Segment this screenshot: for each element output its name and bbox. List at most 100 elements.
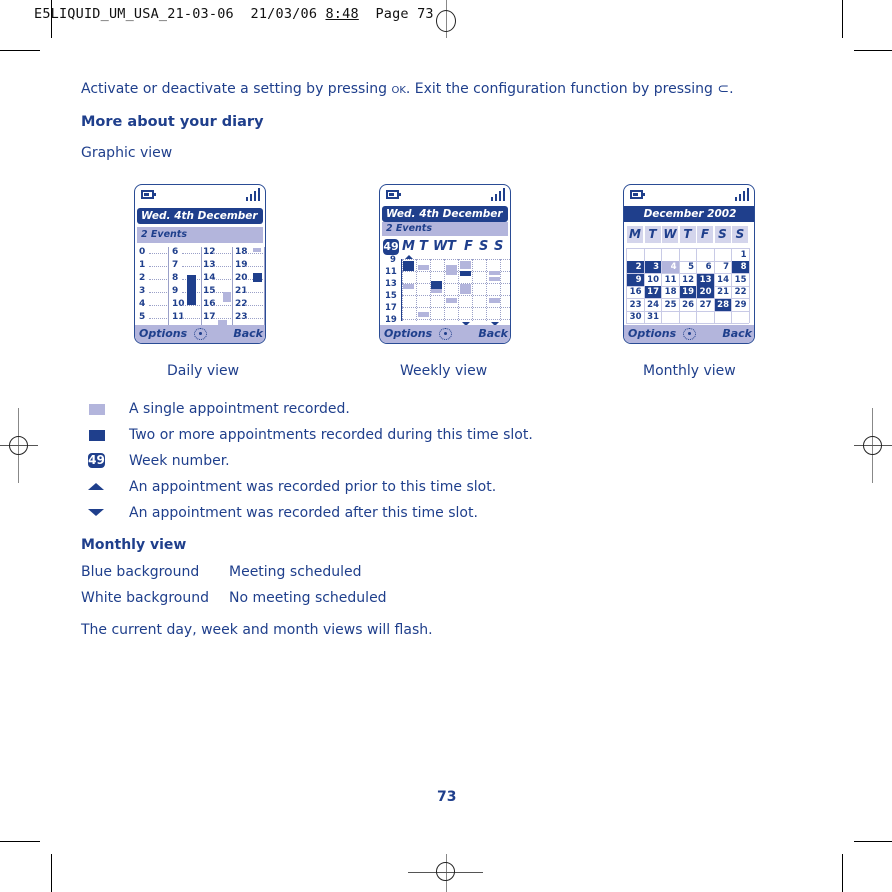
hour-label: 2 xyxy=(139,273,146,283)
options-softkey[interactable]: Options xyxy=(139,325,187,343)
day-cell: 31 xyxy=(647,312,659,322)
hour-label: 15 xyxy=(203,286,216,296)
grid-line xyxy=(748,248,750,323)
hour-label: 1 xyxy=(139,260,146,270)
flash-note: The current day, week and month views wi… xyxy=(81,622,433,638)
navigation-pad-icon[interactable] xyxy=(683,328,696,340)
day-header: F xyxy=(697,226,713,243)
day-header: S xyxy=(479,239,489,254)
day-divider xyxy=(486,259,487,321)
appointment-single xyxy=(460,284,471,294)
daily-grid: 0 1 2 3 4 5 6 7 8 9 10 11 12 13 14 15 16 17 18 19 20 21 22 23 xyxy=(135,247,265,325)
back-softkey[interactable]: Back xyxy=(722,325,752,343)
day-cell: 22 xyxy=(734,287,747,297)
hour-gridline xyxy=(402,295,510,296)
events-count: 2 Events xyxy=(382,222,508,236)
day-cell: 29 xyxy=(734,299,747,310)
appointment-single xyxy=(253,248,261,252)
appointment-single xyxy=(418,265,429,270)
date-title: Wed. 4th December 02 xyxy=(382,206,508,236)
date-title: Wed. 4th December 02 xyxy=(137,208,263,238)
day-cell: 25 xyxy=(664,299,677,310)
legend-text: Two or more appointments recorded during… xyxy=(129,427,533,443)
appointment-single xyxy=(446,298,457,303)
day-cell-meeting: 2 xyxy=(627,261,644,273)
day-cell: 21 xyxy=(717,287,729,297)
hour-gridline xyxy=(402,307,510,308)
hour-label: 13 xyxy=(385,279,397,289)
appointment-single xyxy=(489,271,500,275)
hour-label: 9 xyxy=(172,286,179,296)
options-softkey[interactable]: Options xyxy=(384,325,432,343)
appointment-single xyxy=(431,289,442,293)
hour-gridline xyxy=(149,292,167,293)
day-cell: 18 xyxy=(664,287,677,297)
day-cell: 1 xyxy=(740,249,747,260)
day-cell-meeting: 13 xyxy=(697,273,714,286)
hour-label: 16 xyxy=(203,299,216,309)
day-header: W xyxy=(433,239,448,254)
day-header: F xyxy=(464,239,473,254)
day-cell: 10 xyxy=(647,274,659,285)
hour-label: 11 xyxy=(172,312,185,322)
hour-label: 22 xyxy=(235,299,248,309)
crop-mark xyxy=(0,50,40,51)
triangle-up-icon xyxy=(88,483,104,490)
day-divider xyxy=(472,259,473,321)
day-cell: 11 xyxy=(664,274,677,285)
grid-line xyxy=(626,323,749,324)
hour-label: 5 xyxy=(139,312,146,322)
weekly-view-screen: Wed. 4th December 02 2 Events 49MTWTFSS9… xyxy=(379,184,511,344)
monthly-grid: M T W T F S S 1 2 3 4 5 6 7 8 9 10 11 12 13 14 15 16 17 18 19 20 21… xyxy=(624,224,754,328)
legend-text: An appointment was recorded after this t… xyxy=(129,505,478,521)
navigation-pad-icon[interactable] xyxy=(194,328,207,340)
page-number: 73 xyxy=(437,789,457,805)
week-number-badge: 49 xyxy=(383,239,399,255)
crop-mark xyxy=(842,854,843,892)
single-appointment-icon xyxy=(89,404,105,415)
day-cell: 6 xyxy=(705,262,712,272)
appointment-single xyxy=(403,284,414,289)
appointment-single xyxy=(418,312,429,317)
day-cell: 16 xyxy=(629,287,642,297)
column-divider xyxy=(201,247,202,325)
slug-time: 8:48 xyxy=(325,6,359,22)
triangle-down-icon xyxy=(88,509,104,516)
hour-gridline xyxy=(182,266,200,267)
softkey-bar: Options Back xyxy=(624,325,754,343)
crop-mark xyxy=(51,854,52,892)
hour-label: 23 xyxy=(235,312,248,322)
navigation-pad-icon[interactable] xyxy=(439,328,452,340)
back-softkey[interactable]: Back xyxy=(478,325,508,343)
events-count: 2 Events xyxy=(137,227,263,243)
back-softkey[interactable]: Back xyxy=(233,325,263,343)
weekly-grid: 49 M T W T F S S 9 11 13 15 17 19 xyxy=(380,237,510,327)
day-header: M xyxy=(627,226,643,243)
day-cell-meeting: 9 xyxy=(627,273,644,286)
day-header: W xyxy=(662,226,678,243)
column-divider xyxy=(168,247,169,325)
hour-gridline xyxy=(245,318,263,319)
hour-label: 13 xyxy=(203,260,216,270)
daily-view-caption: Daily view xyxy=(167,363,240,379)
day-divider xyxy=(444,259,445,321)
hour-gridline xyxy=(245,266,263,267)
hour-gridline xyxy=(402,259,510,260)
column-divider xyxy=(232,247,233,325)
ok-key-icon: OK xyxy=(391,85,406,96)
hour-label: 18 xyxy=(235,247,248,257)
slug-date: 21/03/06 xyxy=(250,6,318,22)
weekly-view-caption: Weekly view xyxy=(400,363,488,379)
appointment-single xyxy=(446,265,457,275)
hour-gridline xyxy=(149,253,167,254)
hour-label: 8 xyxy=(172,273,179,283)
section-heading: More about your diary xyxy=(81,114,264,130)
day-cell: 24 xyxy=(647,299,659,310)
intro-part2: . Exit the configuration function by pre… xyxy=(405,81,713,97)
day-header: T xyxy=(679,226,696,243)
day-header: S xyxy=(714,226,731,243)
day-header: T xyxy=(447,239,456,254)
day-header: S xyxy=(494,239,504,254)
hour-label: 10 xyxy=(172,299,185,309)
options-softkey[interactable]: Options xyxy=(628,325,676,343)
